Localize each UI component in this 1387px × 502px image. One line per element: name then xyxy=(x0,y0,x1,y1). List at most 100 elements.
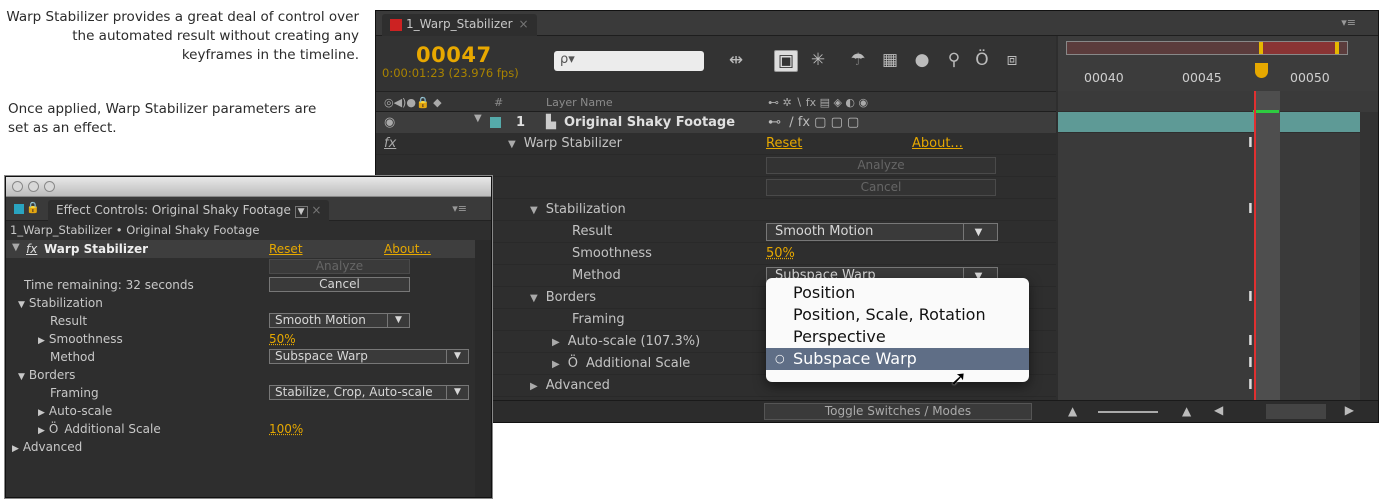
eye-icon[interactable]: ◉ xyxy=(384,115,395,130)
expand-icon[interactable]: ▶ xyxy=(552,359,560,370)
menu-item-subspace-warp[interactable]: ○ Subspace Warp xyxy=(766,348,1029,370)
zoom-slider[interactable] xyxy=(1098,411,1158,413)
live-update-icon[interactable]: ▣ xyxy=(774,50,798,72)
graph-editor-icon[interactable]: ⧈ xyxy=(1000,50,1024,70)
keyframe-marker[interactable]: I xyxy=(1248,136,1253,151)
fx-icon[interactable]: fx xyxy=(384,136,396,151)
keyframe-marker[interactable]: I xyxy=(1248,290,1253,305)
lock-icon[interactable]: 🔒 xyxy=(26,201,40,214)
comp-mini-flowchart-icon[interactable]: ⇹ xyxy=(724,50,748,70)
current-time-indicator[interactable] xyxy=(1255,63,1268,78)
motion-blur-icon[interactable]: ● xyxy=(910,50,934,70)
expand-icon[interactable]: ▼ xyxy=(474,113,482,124)
ec-about-link[interactable]: About... xyxy=(384,242,431,256)
ec-stabilization-row[interactable]: ▼ Stabilization xyxy=(6,294,476,312)
time-navigator[interactable] xyxy=(1066,41,1348,55)
expand-icon[interactable]: ▼ xyxy=(12,242,20,253)
layer-name[interactable]: Original Shaky Footage xyxy=(564,115,735,130)
ec-framing-dropdown[interactable]: Stabilize, Crop, Auto-scale ▼ xyxy=(269,385,469,400)
panel-menu-icon[interactable]: ▾≡ xyxy=(452,202,467,215)
ec-advanced-row[interactable]: ▶ Advanced xyxy=(6,438,476,456)
hide-shy-layers-icon[interactable]: ☂ xyxy=(846,50,870,70)
smoothness-value[interactable]: 50% xyxy=(766,246,795,261)
chevron-down-icon[interactable]: ▼ xyxy=(294,206,308,218)
cancel-button[interactable]: Cancel xyxy=(766,179,996,196)
expand-icon[interactable]: ▶ xyxy=(38,408,45,418)
ec-method-dropdown[interactable]: Subspace Warp ▼ xyxy=(269,349,469,364)
search-input[interactable]: ρ▾ xyxy=(554,51,704,71)
layer-row[interactable]: ◉ ▼ 1 ▙ Original Shaky Footage ⊷ ∕ fx ▢ … xyxy=(376,112,1056,133)
zoom-window-icon[interactable] xyxy=(44,181,55,192)
close-icon[interactable]: × xyxy=(519,17,529,31)
stopwatch-icon[interactable]: Ö xyxy=(970,50,994,70)
stopwatch-icon[interactable]: Ö xyxy=(49,422,58,436)
stopwatch-icon[interactable]: Ö xyxy=(568,356,578,371)
expand-icon[interactable]: ▼ xyxy=(530,293,538,304)
expand-icon[interactable]: ▶ xyxy=(530,381,538,392)
expand-icon[interactable]: ▶ xyxy=(38,336,45,346)
toggle-switches-modes-button[interactable]: Toggle Switches / Modes xyxy=(764,403,1032,420)
window-title-bar[interactable] xyxy=(6,177,491,197)
result-dropdown[interactable]: Smooth Motion ▼ xyxy=(766,223,998,241)
expand-icon[interactable]: ▼ xyxy=(530,205,538,216)
keyframe-marker[interactable]: I xyxy=(1248,356,1253,371)
expand-icon[interactable]: ▶ xyxy=(12,444,19,454)
zoom-in-icon[interactable]: ▲ xyxy=(1182,404,1191,418)
chevron-down-icon: ▼ xyxy=(387,314,409,327)
vertical-scrollbar[interactable] xyxy=(1360,112,1378,400)
ec-additional-scale-value[interactable]: 100% xyxy=(269,422,303,436)
scroll-left-icon[interactable]: ◀ xyxy=(1214,403,1223,417)
ec-result-dropdown[interactable]: Smooth Motion ▼ xyxy=(269,313,410,328)
close-icon[interactable]: × xyxy=(311,203,321,217)
ec-smoothness-value[interactable]: 50% xyxy=(269,332,296,346)
menu-item-position-scale-rotation[interactable]: Position, Scale, Rotation xyxy=(766,304,1029,326)
work-area[interactable] xyxy=(1259,42,1339,54)
effect-controls-rows: ▼ fx Warp Stabilizer Reset About... Anal… xyxy=(6,240,476,456)
frame-blending-icon[interactable]: ▦ xyxy=(878,50,902,70)
autoscale-label: Auto-scale (107.3%) xyxy=(567,334,701,349)
reset-link[interactable]: Reset xyxy=(766,136,802,151)
expand-icon[interactable]: ▼ xyxy=(508,139,516,150)
keyframe-marker[interactable]: I xyxy=(1248,202,1253,217)
ec-effect-row[interactable]: ▼ fx Warp Stabilizer Reset About... xyxy=(6,240,476,258)
close-window-icon[interactable] xyxy=(12,181,23,192)
ec-cancel-button[interactable]: Cancel xyxy=(269,277,410,292)
col-layer-name[interactable]: Layer Name xyxy=(546,96,613,109)
timeline-tab-label: 1_Warp_Stabilizer xyxy=(406,17,513,31)
effect-controls-tab[interactable]: Effect Controls: Original Shaky Footage … xyxy=(48,200,330,221)
zoom-out-icon[interactable]: ▲ xyxy=(1068,404,1077,418)
ec-borders-row[interactable]: ▼ Borders xyxy=(6,366,476,384)
keyframe-marker[interactable]: I xyxy=(1248,378,1253,393)
layer-switches-icons[interactable]: ⊷ ∕ fx ▢ ▢ ▢ xyxy=(768,115,859,130)
panel-menu-icon[interactable]: ▾≡ xyxy=(1341,16,1356,29)
switches-icons: ⊷ ✲ ∖ fx ▤ ◈ ◐ ◉ xyxy=(768,96,869,109)
expand-icon[interactable]: ▶ xyxy=(38,426,45,436)
time-ruler[interactable]: 00040 00045 00050 xyxy=(1058,36,1378,91)
minimize-window-icon[interactable] xyxy=(28,181,39,192)
timeline-tab[interactable]: 1_Warp_Stabilizer × xyxy=(382,14,537,36)
expand-icon[interactable]: ▼ xyxy=(18,372,25,382)
label-color-icon[interactable] xyxy=(490,117,501,128)
brainstorm-icon[interactable]: ⚲ xyxy=(942,50,966,70)
track-area[interactable]: I I I I I I xyxy=(1058,91,1378,400)
ec-reset-link[interactable]: Reset xyxy=(269,242,303,256)
track-header xyxy=(1058,91,1360,112)
layer-bar[interactable] xyxy=(1058,112,1360,133)
draft-3d-icon[interactable]: ✳ xyxy=(806,50,830,70)
menu-item-subspace-warp-label: Subspace Warp xyxy=(793,349,917,368)
current-time[interactable]: 00047 xyxy=(416,43,492,67)
scroll-right-icon[interactable]: ▶ xyxy=(1345,403,1354,417)
ec-autoscale-row[interactable]: ▶ Auto-scale xyxy=(6,402,476,420)
fx-icon[interactable]: fx xyxy=(26,242,37,256)
menu-item-perspective[interactable]: Perspective xyxy=(766,326,1029,348)
ec-vertical-scrollbar[interactable] xyxy=(475,240,491,497)
horizontal-scrollbar[interactable] xyxy=(1266,404,1326,419)
analyze-button[interactable]: Analyze xyxy=(766,157,996,174)
menu-item-position[interactable]: Position xyxy=(766,282,1029,304)
keyframe-marker[interactable]: I xyxy=(1248,334,1253,349)
ec-analyze-button[interactable]: Analyze xyxy=(269,259,410,274)
effect-row[interactable]: fx ▼ Warp Stabilizer Reset About... xyxy=(376,133,1056,155)
expand-icon[interactable]: ▶ xyxy=(552,337,560,348)
expand-icon[interactable]: ▼ xyxy=(18,300,25,310)
about-link[interactable]: About... xyxy=(912,136,963,151)
